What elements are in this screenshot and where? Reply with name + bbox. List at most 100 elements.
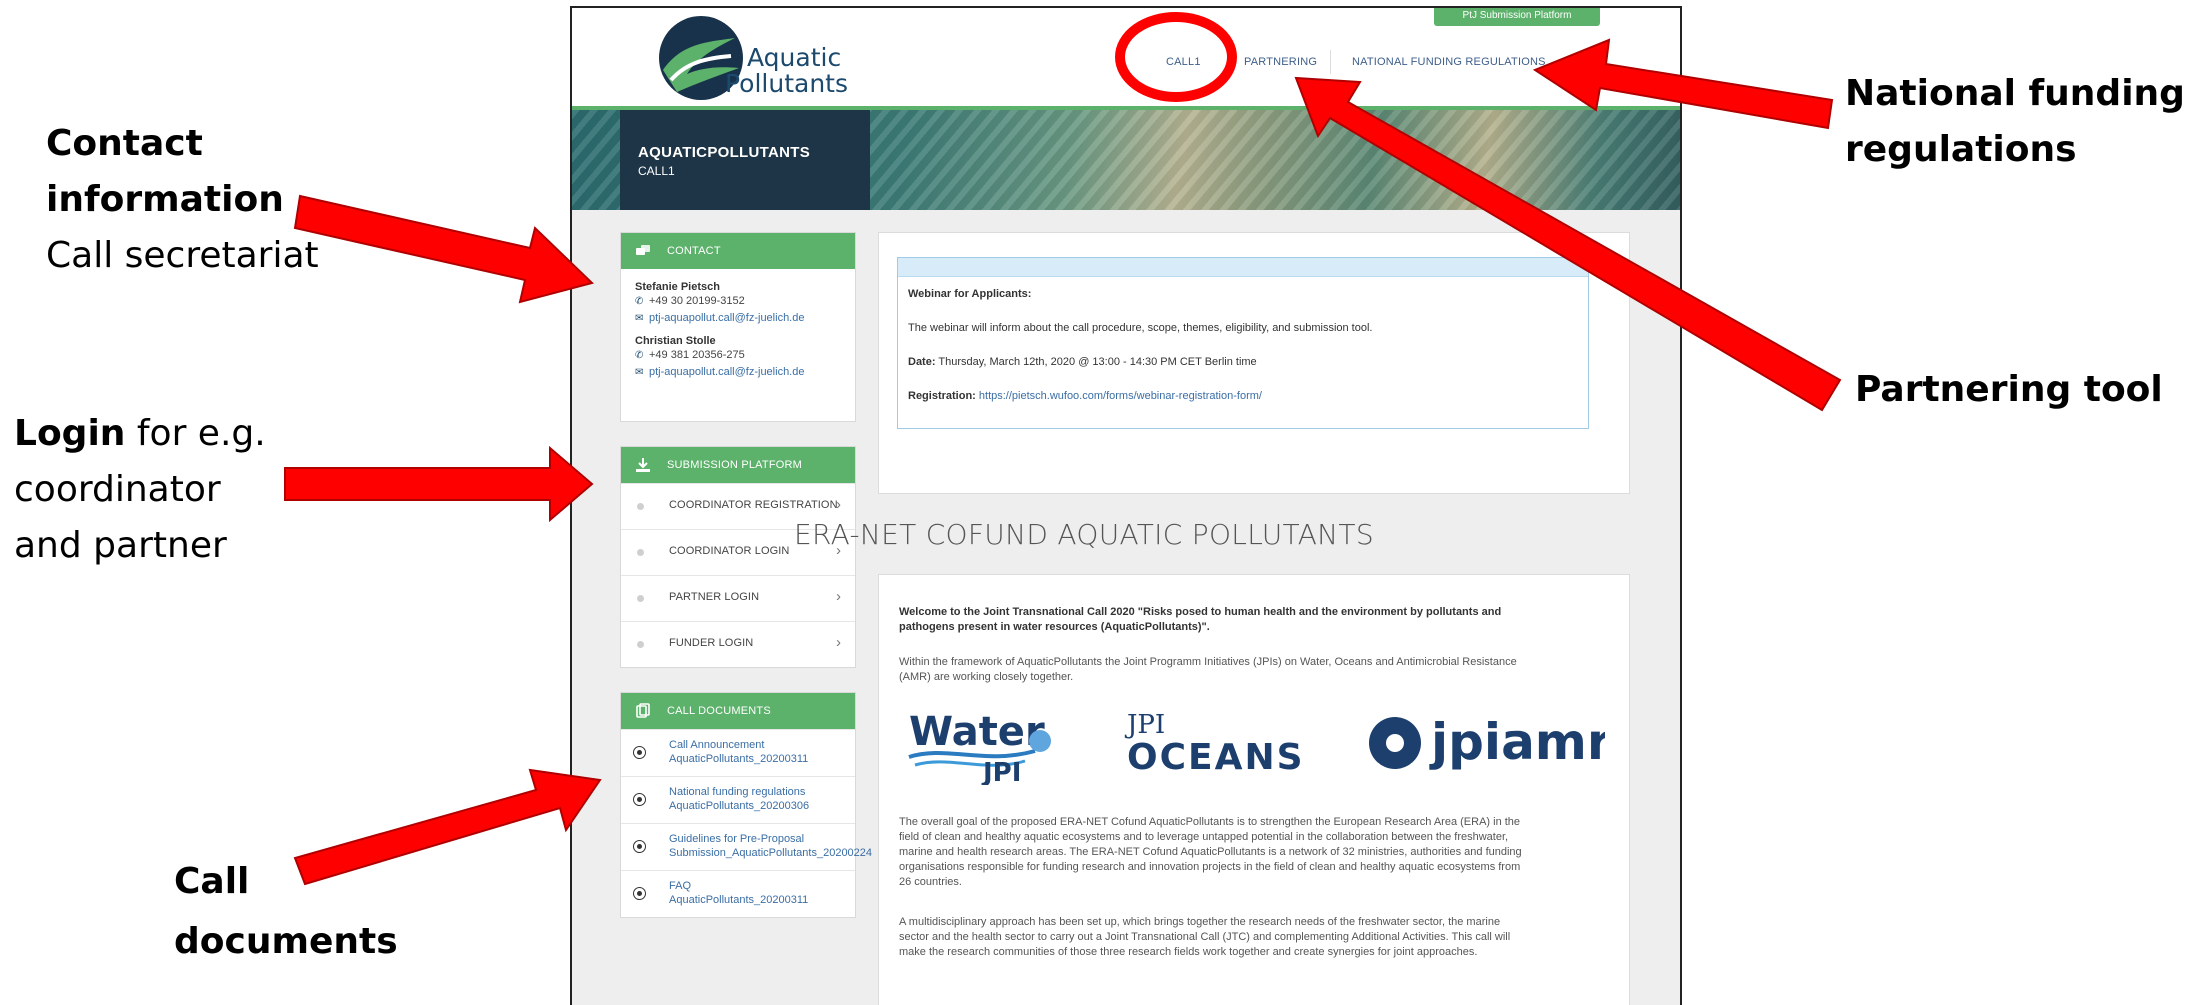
annotation-partnering: Partnering tool bbox=[1855, 362, 2163, 418]
goal-line: 26 countries. bbox=[899, 876, 962, 888]
contact-widget: CONTACT Stefanie Pietsch ✆ +49 30 20199-3… bbox=[620, 232, 856, 422]
submission-platform-header: SUBMISSION PLATFORM bbox=[621, 447, 855, 483]
annotation-national-line1: National funding bbox=[1845, 73, 2185, 114]
website-screenshot: Aquatic Pollutants CALL1 PARTNERING NATI… bbox=[570, 6, 1682, 1005]
goal-line: field of clean and healthy aquatic ecosy… bbox=[899, 831, 1509, 843]
nav-national-funding-regulations[interactable]: NATIONAL FUNDING REGULATIONS bbox=[1352, 56, 1546, 68]
goal-line: marine and health research areas. The ER… bbox=[899, 846, 1522, 858]
webinar-notice: Webinar for Applicants: The webinar will… bbox=[897, 257, 1589, 429]
webinar-registration-link[interactable]: https://pietsch.wufoo.com/forms/webinar-… bbox=[976, 390, 1262, 402]
annotation-docs-line1: Call bbox=[174, 861, 250, 902]
download-circle-icon bbox=[633, 840, 646, 853]
goal-line: organisations responsible for funding re… bbox=[899, 861, 1521, 873]
webinar-date-label: Date: bbox=[908, 356, 936, 368]
webinar-description: The webinar will inform about the call p… bbox=[908, 322, 1373, 334]
annotation-contact-normal: Call secretariat bbox=[46, 235, 319, 276]
nav-separator bbox=[1227, 50, 1228, 74]
document-link-faq[interactable]: FAQ AquaticPollutants_20200311 bbox=[621, 870, 855, 917]
jpi-oceans-logo: JPI OCEANS bbox=[1124, 710, 1303, 778]
nav-separator bbox=[1330, 50, 1331, 74]
submission-platform-heading: SUBMISSION PLATFORM bbox=[667, 459, 802, 471]
amr-logo-text: jpiamr bbox=[1429, 713, 1605, 771]
bullet-icon bbox=[637, 595, 644, 602]
menu-item-label: PARTNER LOGIN bbox=[669, 591, 760, 603]
phone-icon: ✆ bbox=[635, 350, 644, 361]
menu-item-label: COORDINATOR REGISTRATION bbox=[669, 499, 838, 511]
bullet-icon bbox=[637, 503, 644, 510]
bullet-icon bbox=[637, 549, 644, 556]
menu-item-label: FUNDER LOGIN bbox=[669, 637, 754, 649]
contact-phone[interactable]: +49 30 20199-3152 bbox=[649, 295, 745, 307]
document-filename: AquaticPollutants_20200306 bbox=[669, 800, 810, 812]
document-title: National funding regulations bbox=[669, 786, 806, 798]
webinar-notice-bar bbox=[898, 258, 1588, 277]
download-circle-icon bbox=[633, 746, 646, 759]
call-documents-widget: CALL DOCUMENTS Call Announcement AquaticP… bbox=[620, 692, 872, 918]
welcome-line2: pathogens present in water resources (Aq… bbox=[899, 621, 1210, 633]
annotation-login-bold: Login bbox=[14, 413, 126, 454]
webinar-registration-label: Registration: bbox=[908, 390, 976, 402]
annotation-contact-bold2: information bbox=[46, 179, 284, 220]
water-jpi-logo: Water JPI bbox=[908, 709, 1051, 785]
annotation-national-line2: regulations bbox=[1845, 129, 2077, 170]
contact-name: Christian Stolle bbox=[635, 335, 716, 347]
arrow-login bbox=[284, 445, 594, 523]
contact-email[interactable]: ptj-aquapollut.call@fz-juelich.de bbox=[649, 366, 804, 378]
partner-login-link[interactable]: PARTNER LOGIN › bbox=[621, 575, 855, 621]
chevron-right-icon: › bbox=[836, 588, 841, 605]
funder-login-link[interactable]: FUNDER LOGIN › bbox=[621, 621, 855, 667]
annotation-contact-bold1: Contact bbox=[46, 123, 203, 164]
document-title: FAQ bbox=[669, 880, 692, 892]
annotation-login-rest: for e.g. bbox=[125, 413, 266, 454]
webinar-title: Webinar for Applicants: bbox=[908, 288, 1032, 300]
document-title: Call Announcement bbox=[669, 739, 765, 751]
chevron-right-icon: › bbox=[836, 496, 841, 513]
contact-header: CONTACT bbox=[621, 233, 855, 269]
mail-icon: ✉ bbox=[635, 313, 644, 324]
annotation-partnering-line1: Partnering tool bbox=[1855, 369, 2163, 410]
framework-line1: Within the framework of AquaticPollutant… bbox=[899, 656, 1517, 668]
download-circle-icon bbox=[633, 887, 646, 900]
framework-line2: (AMR) are working closely together. bbox=[899, 671, 1074, 683]
annotation-contact: Contact information Call secretariat bbox=[46, 116, 319, 284]
goal-line: The overall goal of the proposed ERA-NET… bbox=[899, 816, 1521, 828]
water-logo-text: Water bbox=[909, 709, 1045, 755]
document-link-call-announcement[interactable]: Call Announcement AquaticPollutants_20200… bbox=[621, 729, 855, 776]
banner-title: AQUATICPOLLUTANTS bbox=[638, 144, 811, 161]
annotation-login: Login for e.g. coordinator and partner bbox=[14, 406, 266, 574]
top-navigation: CALL1 PARTNERING NATIONAL FUNDING REGULA… bbox=[572, 50, 1680, 76]
menu-item-label: COORDINATOR LOGIN bbox=[669, 545, 790, 557]
banner-title-box: AQUATICPOLLUTANTS CALL1 bbox=[620, 110, 870, 210]
contact-name: Stefanie Pietsch bbox=[635, 281, 720, 293]
documents-icon bbox=[636, 703, 650, 718]
document-link-guidelines[interactable]: Guidelines for Pre-Proposal Submission_Aq… bbox=[621, 823, 872, 870]
multi-line: sector and the health sector to carry ou… bbox=[899, 931, 1511, 943]
chat-bubbles-icon bbox=[636, 245, 650, 255]
submission-platform-button[interactable]: PtJ Submission Platform bbox=[1434, 8, 1600, 26]
call-documents-heading: CALL DOCUMENTS bbox=[667, 705, 771, 717]
page-title: ERA-NET COFUND AQUATIC POLLUTANTS bbox=[794, 518, 1374, 551]
annotation-docs: Call documents bbox=[174, 852, 398, 972]
multi-line: make the research communities of those t… bbox=[899, 946, 1478, 958]
nav-partnering[interactable]: PARTNERING bbox=[1244, 56, 1317, 68]
jpiamr-logo: jpiamr bbox=[1369, 713, 1605, 771]
webinar-date: Thursday, March 12th, 2020 @ 13:00 - 14:… bbox=[935, 356, 1257, 368]
welcome-line1: Welcome to the Joint Transnational Call … bbox=[899, 606, 1502, 618]
nav-call1[interactable]: CALL1 bbox=[1166, 56, 1201, 68]
annotation-login-line2: coordinator bbox=[14, 469, 221, 510]
annotation-login-line3: and partner bbox=[14, 525, 227, 566]
site-header: Aquatic Pollutants CALL1 PARTNERING NATI… bbox=[572, 8, 1680, 108]
contact-phone[interactable]: +49 381 20356-275 bbox=[649, 349, 745, 361]
contact-heading: CONTACT bbox=[667, 245, 721, 257]
chevron-right-icon: › bbox=[836, 634, 841, 651]
contact-email[interactable]: ptj-aquapollut.call@fz-juelich.de bbox=[649, 312, 804, 324]
bullet-icon bbox=[637, 641, 644, 648]
document-filename: AquaticPollutants_20200311 bbox=[669, 894, 809, 906]
document-title: Guidelines for Pre-Proposal bbox=[669, 833, 805, 845]
document-filename: Submission_AquaticPollutants_20200224 bbox=[669, 847, 873, 859]
oceans-logo-jpi-text: JPI bbox=[1124, 710, 1165, 740]
mail-icon: ✉ bbox=[635, 367, 644, 378]
document-link-national-funding-regulations[interactable]: National funding regulations AquaticPollu… bbox=[621, 776, 855, 823]
banner-subtitle: CALL1 bbox=[638, 164, 675, 178]
call-documents-header: CALL DOCUMENTS bbox=[621, 693, 855, 729]
